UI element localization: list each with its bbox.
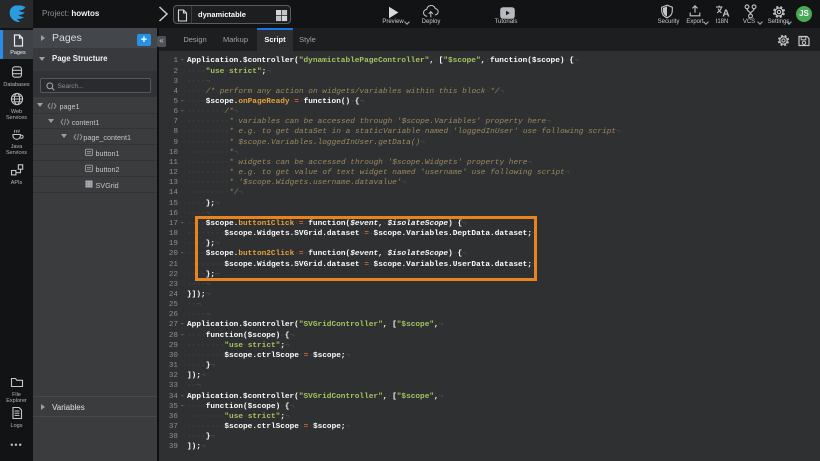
svg-text:A: A [722,8,729,18]
